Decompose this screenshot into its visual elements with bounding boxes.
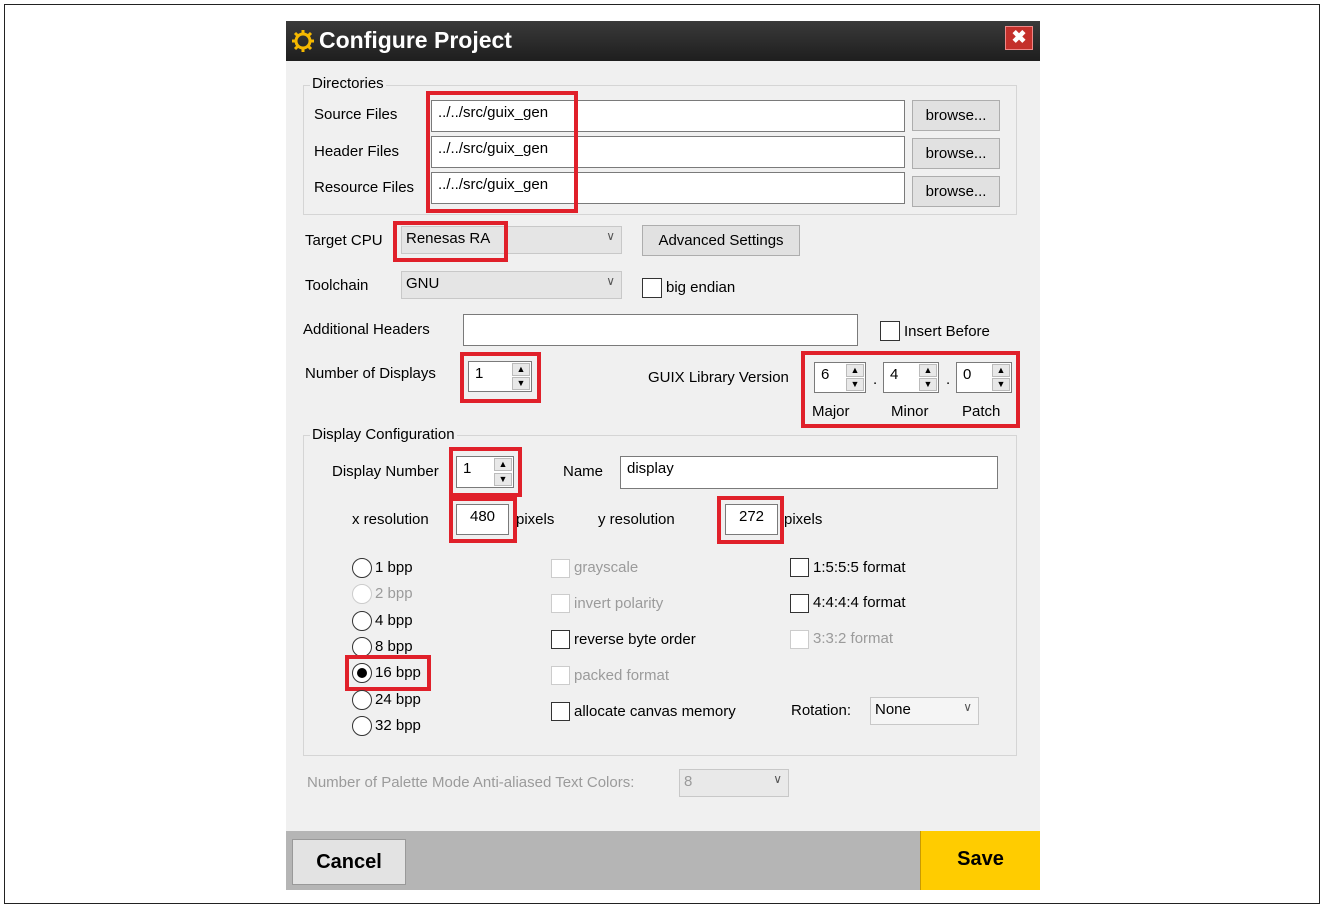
number-of-displays-highlight <box>460 352 541 403</box>
cancel-button[interactable]: Cancel <box>292 839 406 885</box>
resource-files-label: Resource Files <box>314 179 415 196</box>
bpp-32-radio[interactable] <box>352 716 372 736</box>
packed-format-label: packed format <box>574 667 670 684</box>
guix-version-label: GUIX Library Version <box>648 369 789 386</box>
x-resolution-label: x resolution <box>352 511 429 528</box>
bpp-1-label: 1 bpp <box>375 559 413 576</box>
x-resolution-highlight <box>449 497 517 543</box>
bpp-4-radio[interactable] <box>352 611 372 631</box>
directories-label: Directories <box>310 75 386 92</box>
bpp-4-label: 4 bpp <box>375 612 413 629</box>
target-cpu-label: Target CPU <box>305 232 383 249</box>
rotation-select[interactable]: None ∨ <box>870 697 979 725</box>
bpp-24-radio[interactable] <box>352 690 372 710</box>
format-332-label: 3:3:2 format <box>813 630 894 647</box>
allocate-canvas-label: allocate canvas memory <box>574 703 736 720</box>
y-resolution-highlight <box>717 496 784 544</box>
bpp-24-label: 24 bpp <box>375 691 421 708</box>
format-1555-label: 1:5:5:5 format <box>813 559 906 576</box>
packed-format-checkbox <box>551 666 570 685</box>
insert-before-label: Insert Before <box>904 323 990 340</box>
chevron-down-icon: ∨ <box>606 274 615 288</box>
bpp-8-label: 8 bpp <box>375 638 413 655</box>
insert-before-checkbox[interactable] <box>880 321 900 341</box>
format-1555-checkbox[interactable] <box>790 558 809 577</box>
toolchain-value: GNU <box>406 275 440 292</box>
y-pixels-label: pixels <box>784 511 823 528</box>
browse-resource-button[interactable]: browse... <box>912 176 1000 207</box>
bpp-32-label: 32 bpp <box>375 717 421 734</box>
browse-source-button[interactable]: browse... <box>912 100 1000 131</box>
dialog-title: Configure Project <box>319 27 512 53</box>
format-4444-label: 4:4:4:4 format <box>813 594 906 611</box>
number-of-displays-label: Number of Displays <box>305 365 436 382</box>
source-path-highlight <box>426 91 578 213</box>
format-332-checkbox <box>790 630 809 649</box>
gear-icon <box>292 30 314 52</box>
palette-colors-select: 8 ∨ <box>679 769 789 797</box>
invert-polarity-label: invert polarity <box>574 595 664 612</box>
display-configuration-label: Display Configuration <box>310 426 457 443</box>
rotation-label: Rotation: <box>791 702 852 719</box>
bpp-16-highlight <box>345 655 431 691</box>
big-endian-label: big endian <box>666 279 736 296</box>
bpp-2-radio <box>352 584 372 604</box>
invert-polarity-checkbox <box>551 594 570 613</box>
toolchain-label: Toolchain <box>305 277 369 294</box>
allocate-canvas-checkbox[interactable] <box>551 702 570 721</box>
x-pixels-label: pixels <box>516 511 555 528</box>
rotation-value: None <box>875 701 911 718</box>
bpp-1-radio[interactable] <box>352 558 372 578</box>
chevron-down-icon: ∨ <box>606 229 615 243</box>
configure-project-dialog: Configure Project ✖ Directories Source F… <box>286 21 1040 890</box>
header-files-label: Header Files <box>314 143 400 160</box>
y-resolution-label: y resolution <box>598 511 675 528</box>
title-bar: Configure Project ✖ <box>286 21 1040 61</box>
big-endian-checkbox[interactable] <box>642 278 662 298</box>
bpp-2-label: 2 bpp <box>375 585 413 602</box>
toolchain-select[interactable]: GNU ∨ <box>401 271 622 299</box>
display-number-highlight <box>449 447 522 497</box>
display-number-label: Display Number <box>332 463 439 480</box>
grayscale-label: grayscale <box>574 559 639 576</box>
bpp-8-radio[interactable] <box>352 637 372 657</box>
display-name-input[interactable]: display <box>620 456 998 489</box>
palette-colors-label: Number of Palette Mode Anti-aliased Text… <box>307 774 635 791</box>
additional-headers-input[interactable] <box>463 314 858 346</box>
browse-header-button[interactable]: browse... <box>912 138 1000 169</box>
additional-headers-label: Additional Headers <box>303 321 430 338</box>
dialog-footer: Cancel Save <box>286 831 1040 890</box>
reverse-byte-order-label: reverse byte order <box>574 631 696 648</box>
chevron-down-icon: ∨ <box>963 700 972 714</box>
close-button[interactable]: ✖ <box>1005 26 1033 50</box>
save-button[interactable]: Save <box>920 831 1040 890</box>
grayscale-checkbox <box>551 559 570 578</box>
advanced-settings-button[interactable]: Advanced Settings <box>642 225 800 256</box>
format-4444-checkbox[interactable] <box>790 594 809 613</box>
source-files-label: Source Files <box>314 106 398 123</box>
palette-colors-value: 8 <box>684 773 693 790</box>
chevron-down-icon: ∨ <box>773 772 782 786</box>
guix-version-highlight <box>801 351 1020 428</box>
name-label: Name <box>563 463 604 480</box>
reverse-byte-order-checkbox[interactable] <box>551 630 570 649</box>
target-cpu-highlight <box>393 221 508 262</box>
close-icon: ✖ <box>1011 27 1027 47</box>
